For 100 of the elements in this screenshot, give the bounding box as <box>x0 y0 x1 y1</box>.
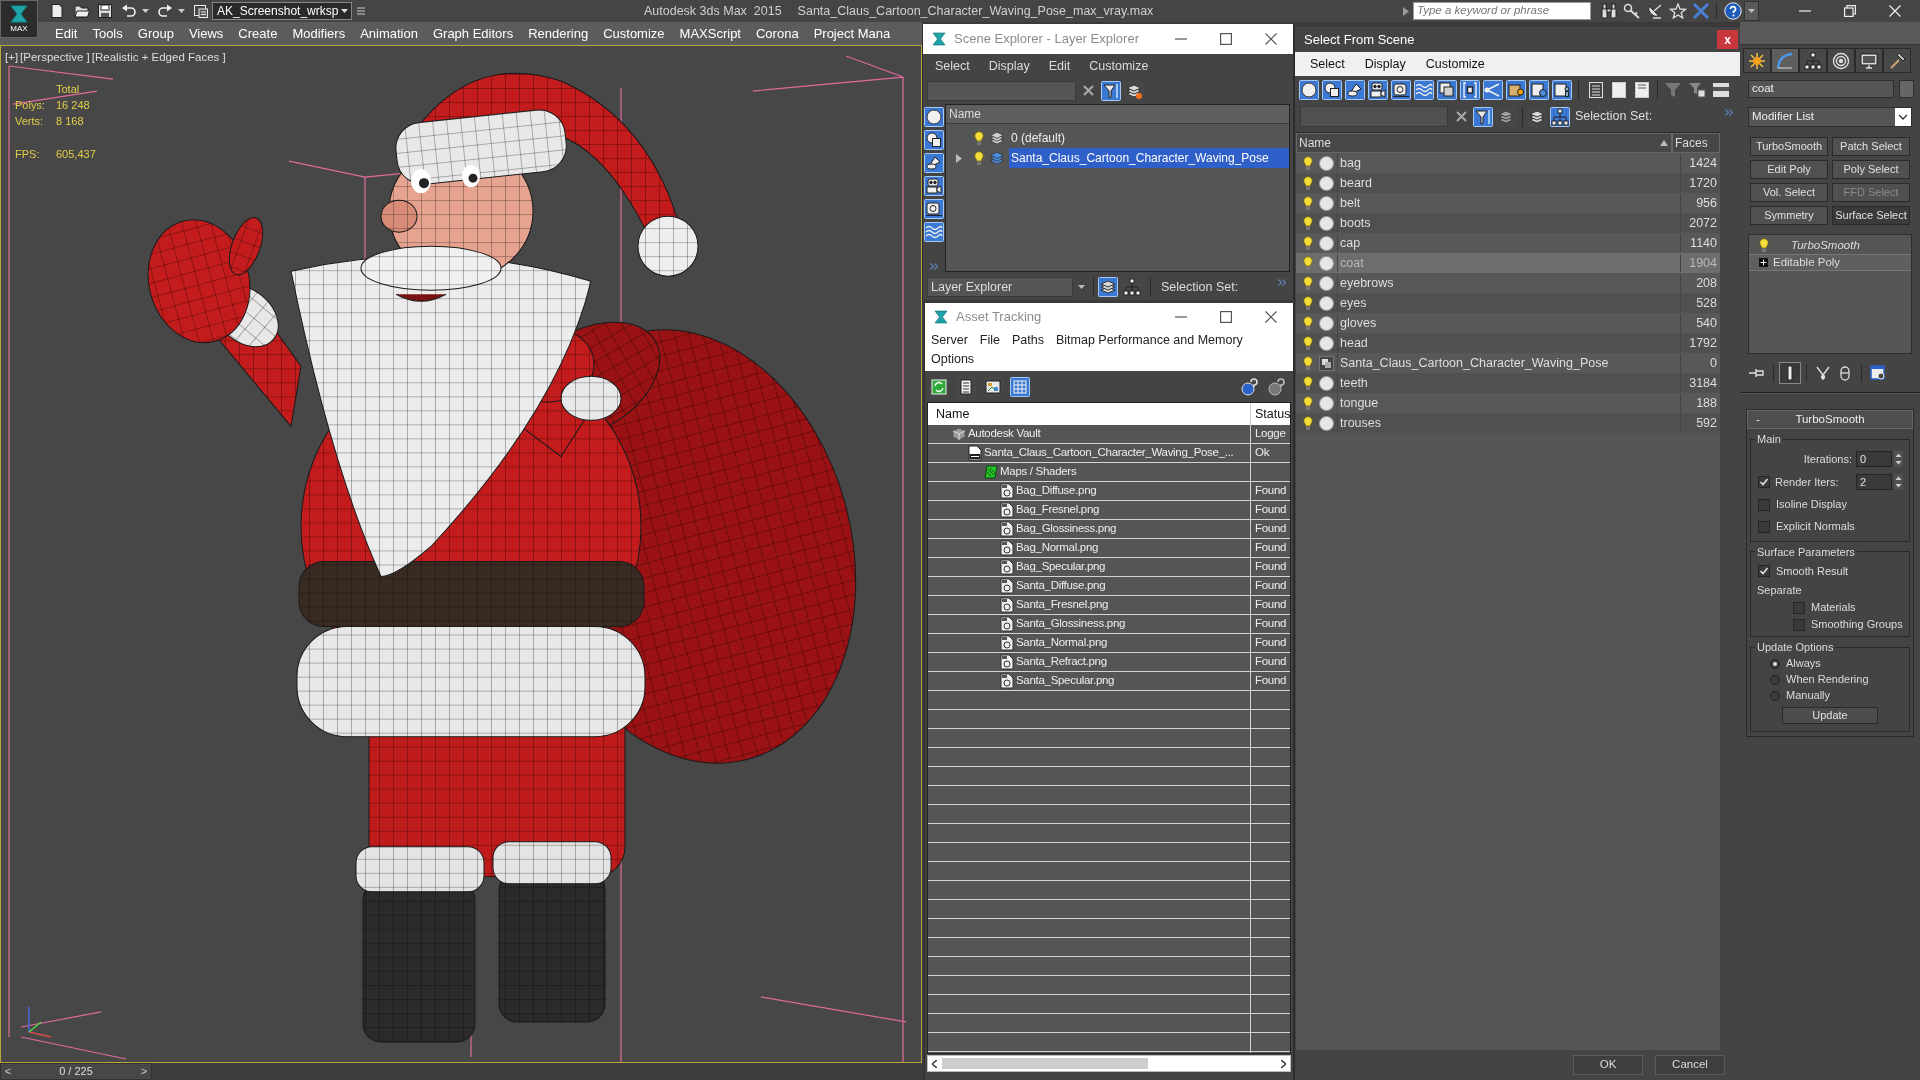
object-name[interactable]: tongue <box>1337 393 1680 413</box>
open-folder-icon[interactable] <box>74 3 90 19</box>
scroll-left-icon[interactable] <box>932 1059 937 1068</box>
light-bulb-icon[interactable] <box>1303 255 1313 271</box>
asset-name[interactable]: Santa_Fresnel.png <box>1016 596 1109 614</box>
checkbox[interactable] <box>1793 618 1805 631</box>
object-row[interactable]: boots 2072 <box>1296 213 1720 233</box>
time-slider-thumb[interactable]: < 0 / 225 > <box>0 1063 152 1080</box>
next-frame-button[interactable]: > <box>137 1064 151 1079</box>
asset-name[interactable]: Bag_Fresnel.png <box>1016 501 1100 519</box>
asset-name[interactable]: Bag_Diffuse.png <box>1016 482 1097 500</box>
object-name[interactable]: boots <box>1337 213 1680 233</box>
horizontal-scrollbar[interactable] <box>927 1055 1291 1072</box>
spotlight-icon[interactable] <box>924 153 944 173</box>
modifier-button[interactable]: TurboSmooth <box>1750 137 1828 156</box>
light-bulb-icon[interactable] <box>1303 235 1313 251</box>
panel-tab[interactable] <box>1827 48 1855 73</box>
dropdown-caret-icon[interactable] <box>1078 285 1085 289</box>
option-label[interactable]: Iterations: <box>1803 450 1852 468</box>
object-name[interactable]: cap <box>1337 233 1680 253</box>
santa-model-drawing[interactable] <box>147 72 857 1043</box>
light-bulb-icon[interactable] <box>1303 215 1313 231</box>
overlapping-windows-icon[interactable] <box>193 3 209 19</box>
layer-name[interactable]: Santa_Claus_Cartoon_Character_Waving_Pose <box>1009 148 1289 168</box>
table-grid-icon[interactable] <box>1010 376 1030 397</box>
lines-page-icon[interactable] <box>1589 81 1603 98</box>
time-slider-track[interactable]: < 0 / 225 > <box>0 1063 922 1080</box>
object-name[interactable]: belt <box>1337 193 1680 213</box>
color-swatch-icon[interactable] <box>1899 80 1914 98</box>
option-label[interactable]: Always <box>1786 655 1821 672</box>
camera-icon[interactable] <box>1368 79 1388 100</box>
option-label[interactable]: Render Iters: <box>1775 473 1839 491</box>
stack-item[interactable]: TurboSmooth <box>1749 237 1911 254</box>
menu-item[interactable]: Customize <box>1425 54 1485 74</box>
asset-name[interactable]: Autodesk Vault <box>968 425 1041 443</box>
scrollbar-thumb[interactable] <box>942 1058 1148 1069</box>
light-bulb-icon[interactable] <box>1303 415 1313 431</box>
filter-icon[interactable] <box>1473 106 1493 127</box>
option-label[interactable]: Explicit Normals <box>1776 518 1855 535</box>
panel-tab[interactable] <box>1883 48 1911 73</box>
columns-icon[interactable] <box>1712 81 1730 98</box>
checkbox[interactable] <box>1758 565 1770 577</box>
filter-icon[interactable] <box>1101 80 1121 101</box>
object-name[interactable]: eyes <box>1337 293 1680 313</box>
object-name[interactable]: bag <box>1337 153 1680 173</box>
light-bulb-icon[interactable] <box>974 150 984 166</box>
menu-item[interactable]: Modifiers <box>292 23 346 44</box>
restore-icon[interactable] <box>1844 5 1856 17</box>
brackets-icon[interactable] <box>1460 79 1480 100</box>
light-bulb-icon[interactable] <box>1303 175 1313 191</box>
checkbox[interactable] <box>1793 601 1805 614</box>
menu-item[interactable]: File <box>979 331 1000 350</box>
bone-icon[interactable] <box>1483 79 1503 100</box>
update-button[interactable]: Update <box>1782 707 1878 724</box>
radio-button[interactable] <box>1770 690 1780 701</box>
panel-tab[interactable] <box>1855 48 1883 73</box>
menu-item[interactable]: Server <box>931 331 968 350</box>
sphere-icon[interactable] <box>924 107 944 127</box>
close-icon[interactable] <box>1265 310 1277 323</box>
waves-icon[interactable] <box>1414 79 1434 100</box>
viewport-label[interactable]: [Perspective ] <box>20 49 90 67</box>
panel-tab[interactable] <box>1799 48 1827 73</box>
column-header[interactable]: Name <box>928 403 1251 425</box>
option-label[interactable]: Isoline Display <box>1776 496 1847 513</box>
i-beam-icon[interactable] <box>1779 362 1801 384</box>
layer-name[interactable]: 0 (default) <box>1009 128 1289 148</box>
spinner-field[interactable]: 2 <box>1856 474 1892 490</box>
stacked-squares-icon[interactable] <box>1437 79 1457 100</box>
light-bulb-icon[interactable] <box>1303 335 1313 351</box>
radio-button[interactable] <box>1770 658 1780 669</box>
explorer-dropdown[interactable]: Layer Explorer <box>927 277 1073 297</box>
redo-caret-icon[interactable] <box>178 9 185 13</box>
window-menu-button[interactable] <box>1744 1 1759 21</box>
close-button[interactable]: x <box>1717 30 1738 49</box>
panel-tab[interactable] <box>1771 48 1799 73</box>
asset-name[interactable]: Santa_Diffuse.png <box>1016 577 1106 595</box>
menu-item[interactable]: MAXScript <box>679 23 741 44</box>
menu-item[interactable]: Graph Editors <box>432 23 514 44</box>
menu-item[interactable]: Display <box>988 56 1030 76</box>
column-header[interactable]: Name <box>1296 133 1672 153</box>
menu-item[interactable]: Select <box>935 56 970 76</box>
circle-square-icon[interactable] <box>924 130 944 150</box>
object-row[interactable]: beard 1720 <box>1296 173 1720 193</box>
clear-icon[interactable] <box>1083 85 1094 96</box>
option-label[interactable]: Smooth Result <box>1776 562 1849 580</box>
menu-item[interactable]: Project Mana <box>813 23 891 44</box>
asset-name[interactable]: Bag_Glossiness.png <box>1016 520 1117 538</box>
menu-item[interactable]: Options <box>931 350 975 369</box>
modifier-button[interactable]: Poly Select <box>1832 160 1910 179</box>
menu-item[interactable]: Group <box>137 23 174 44</box>
light-bulb-icon[interactable] <box>1303 355 1313 371</box>
spinner-field[interactable]: 0 <box>1856 451 1892 467</box>
column-header[interactable]: Faces <box>1672 133 1720 153</box>
redo-icon[interactable] <box>157 3 173 19</box>
light-bulb-icon[interactable] <box>1303 395 1313 411</box>
dialog-button[interactable]: OK <box>1573 1055 1643 1075</box>
caret-icon[interactable] <box>1748 9 1755 13</box>
object-row[interactable]: trouses 592 <box>1296 413 1720 433</box>
menu-item[interactable]: Customize <box>1089 56 1149 76</box>
menu-item[interactable]: Corona <box>756 23 799 44</box>
